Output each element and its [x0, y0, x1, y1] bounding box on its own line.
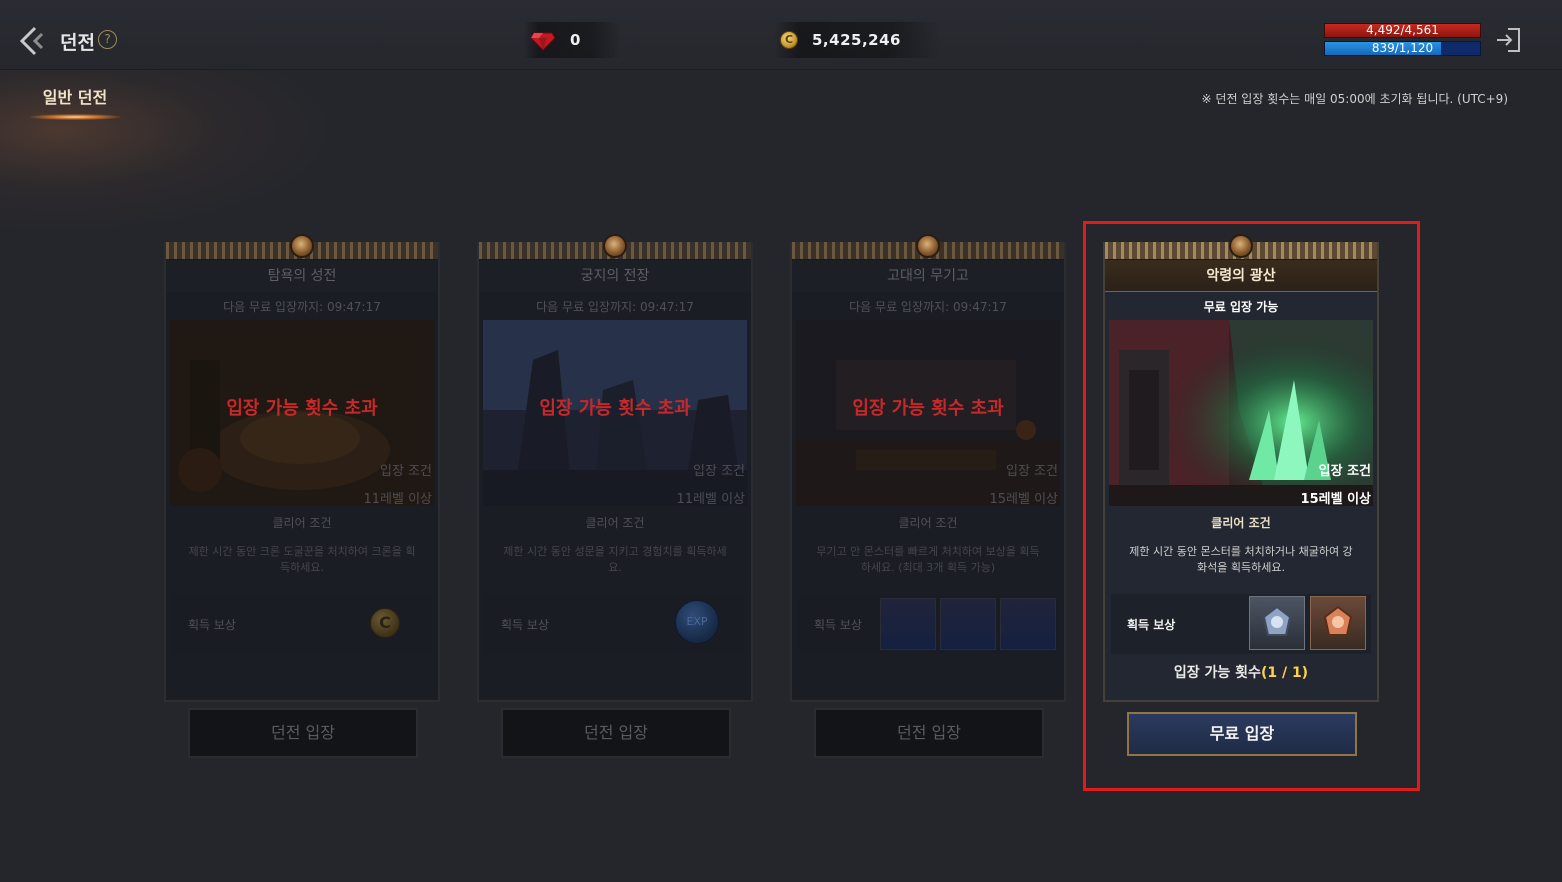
exp-reward-icon[interactable]: EXP	[675, 600, 719, 644]
reward-label: 획득 보상	[1127, 618, 1176, 632]
back-arrow-icon[interactable]	[18, 24, 52, 58]
kron-coin-icon[interactable]: C	[370, 608, 400, 638]
clear-condition-desc: 제한 시간 동안 크론 도굴꾼을 처치하여 크론을 획득하세요.	[188, 545, 416, 574]
clear-condition-title: 클리어 조건	[898, 516, 958, 530]
enter-dungeon-button[interactable]: 던전 입장	[188, 708, 418, 758]
next-free-timer: 다음 무료 입장까지: 09:47:17	[223, 300, 381, 314]
entry-requirement-level: 11레벨 이상	[676, 492, 745, 507]
clear-condition-title: 클리어 조건	[1211, 516, 1271, 530]
clear-condition-desc: 무기고 안 몬스터를 빠르게 처치하여 보상을 획득하세요. (최대 3개 획득…	[816, 545, 1040, 574]
dungeon-card-evil-spirit-mine[interactable]: 악령의 광산 무료 입장 가능 입장 조건 15레벨 이상 클리어 조건 제한	[1103, 234, 1379, 756]
help-icon[interactable]: ?	[98, 30, 117, 49]
next-free-timer: 다음 무료 입장까지: 09:47:17	[536, 300, 694, 314]
exit-icon[interactable]	[1494, 26, 1522, 54]
reward-label: 획득 보상	[501, 618, 549, 632]
chest-reward-icon[interactable]	[880, 598, 936, 650]
entry-count: 입장 가능 횟수(1 / 1)	[1105, 662, 1377, 682]
gem-currency: 0	[524, 22, 621, 58]
tab-label: 일반 던전	[42, 88, 108, 107]
entry-requirement-title: 입장 조건	[1318, 464, 1371, 479]
top-bar: 던전 ? 0 C 5,425,246 4,492/4,561 839/1,120	[0, 0, 1562, 70]
limit-exceeded-text: 입장 가능 횟수 초과	[852, 398, 1004, 419]
dungeon-card-ancient-armory[interactable]: 고대의 무기고 다음 무료 입장까지: 09:47:17 입장 가능 횟수 초과…	[790, 234, 1066, 758]
entry-requirement-level: 15레벨 이상	[989, 492, 1058, 507]
enter-dungeon-button[interactable]: 던전 입장	[814, 708, 1044, 758]
dungeon-card-greed-temple[interactable]: 탐욕의 성전 다음 무료 입장까지: 09:47:17 입장 가능 횟수 초과 …	[164, 234, 440, 758]
tab-active-glow	[30, 114, 120, 120]
hp-bar: 4,492/4,561	[1324, 23, 1481, 38]
dungeon-card-siege-battlefield[interactable]: 궁지의 전장 다음 무료 입장까지: 09:47:17 입장 가능 횟수 초과 …	[477, 234, 753, 758]
mp-bar: 839/1,120	[1324, 41, 1481, 56]
limit-exceeded-text: 입장 가능 횟수 초과	[539, 398, 691, 419]
mp-text: 839/1,120	[1371, 41, 1434, 55]
next-free-timer: 다음 무료 입장까지: 09:47:17	[849, 300, 1007, 314]
clear-condition-title: 클리어 조건	[585, 516, 645, 530]
entry-count-value: (1 / 1)	[1260, 665, 1309, 681]
emblem-icon	[916, 234, 940, 258]
clear-condition-desc: 제한 시간 동안 성문을 지키고 경험치를 획득하세요.	[503, 545, 727, 574]
tab-normal-dungeon[interactable]: 일반 던전	[30, 84, 120, 124]
clear-condition-title: 클리어 조건	[272, 516, 332, 530]
dungeon-name: 고대의 무기고	[792, 260, 1064, 292]
dungeon-name: 궁지의 전장	[479, 260, 751, 292]
dungeon-name: 탐욕의 성전	[166, 260, 438, 292]
reset-notice: ※ 던전 입장 횟수는 매일 05:00에 초기화 됩니다. (UTC+9)	[1201, 92, 1508, 106]
page-title: 던전	[60, 32, 95, 54]
emblem-icon	[1229, 234, 1253, 258]
enhance-stone-reward-icon[interactable]	[1310, 596, 1366, 650]
reward-section: 획득 보상	[1111, 594, 1371, 654]
limit-exceeded-text: 입장 가능 횟수 초과	[226, 398, 378, 419]
reward-label: 획득 보상	[814, 618, 862, 632]
dungeon-name: 악령의 광산	[1105, 260, 1377, 292]
gold-currency: C 5,425,246	[774, 22, 941, 58]
gold-coin-icon: C	[780, 31, 798, 49]
entry-requirement-title: 입장 조건	[380, 464, 432, 479]
entry-requirement-title: 입장 조건	[1006, 464, 1058, 479]
clear-condition-desc: 제한 시간 동안 몬스터를 처치하거나 채굴하여 강화석을 획득하세요.	[1129, 545, 1353, 574]
enhance-stone-reward-icon[interactable]	[1249, 596, 1305, 650]
entry-count-label: 입장 가능 횟수	[1173, 665, 1261, 681]
reward-label: 획득 보상	[188, 618, 236, 632]
entry-requirement-title: 입장 조건	[693, 464, 745, 479]
entry-requirement-level: 15레벨 이상	[1300, 492, 1371, 507]
free-entry-status: 무료 입장 가능	[1203, 300, 1279, 314]
emblem-icon	[603, 234, 627, 258]
emblem-icon	[290, 234, 314, 258]
gem-count: 0	[570, 31, 581, 49]
free-entry-button[interactable]: 무료 입장	[1127, 712, 1357, 756]
reward-section: 획득 보상 C	[172, 594, 432, 654]
reward-section: 획득 보상	[798, 594, 1058, 654]
chest-reward-icon[interactable]	[1000, 598, 1056, 650]
gold-count: 5,425,246	[812, 31, 901, 49]
entry-requirement-level: 11레벨 이상	[363, 492, 432, 507]
enter-dungeon-button[interactable]: 던전 입장	[501, 708, 731, 758]
gem-icon	[530, 32, 556, 51]
reward-section: 획득 보상 EXP	[485, 594, 745, 654]
chest-reward-icon[interactable]	[940, 598, 996, 650]
